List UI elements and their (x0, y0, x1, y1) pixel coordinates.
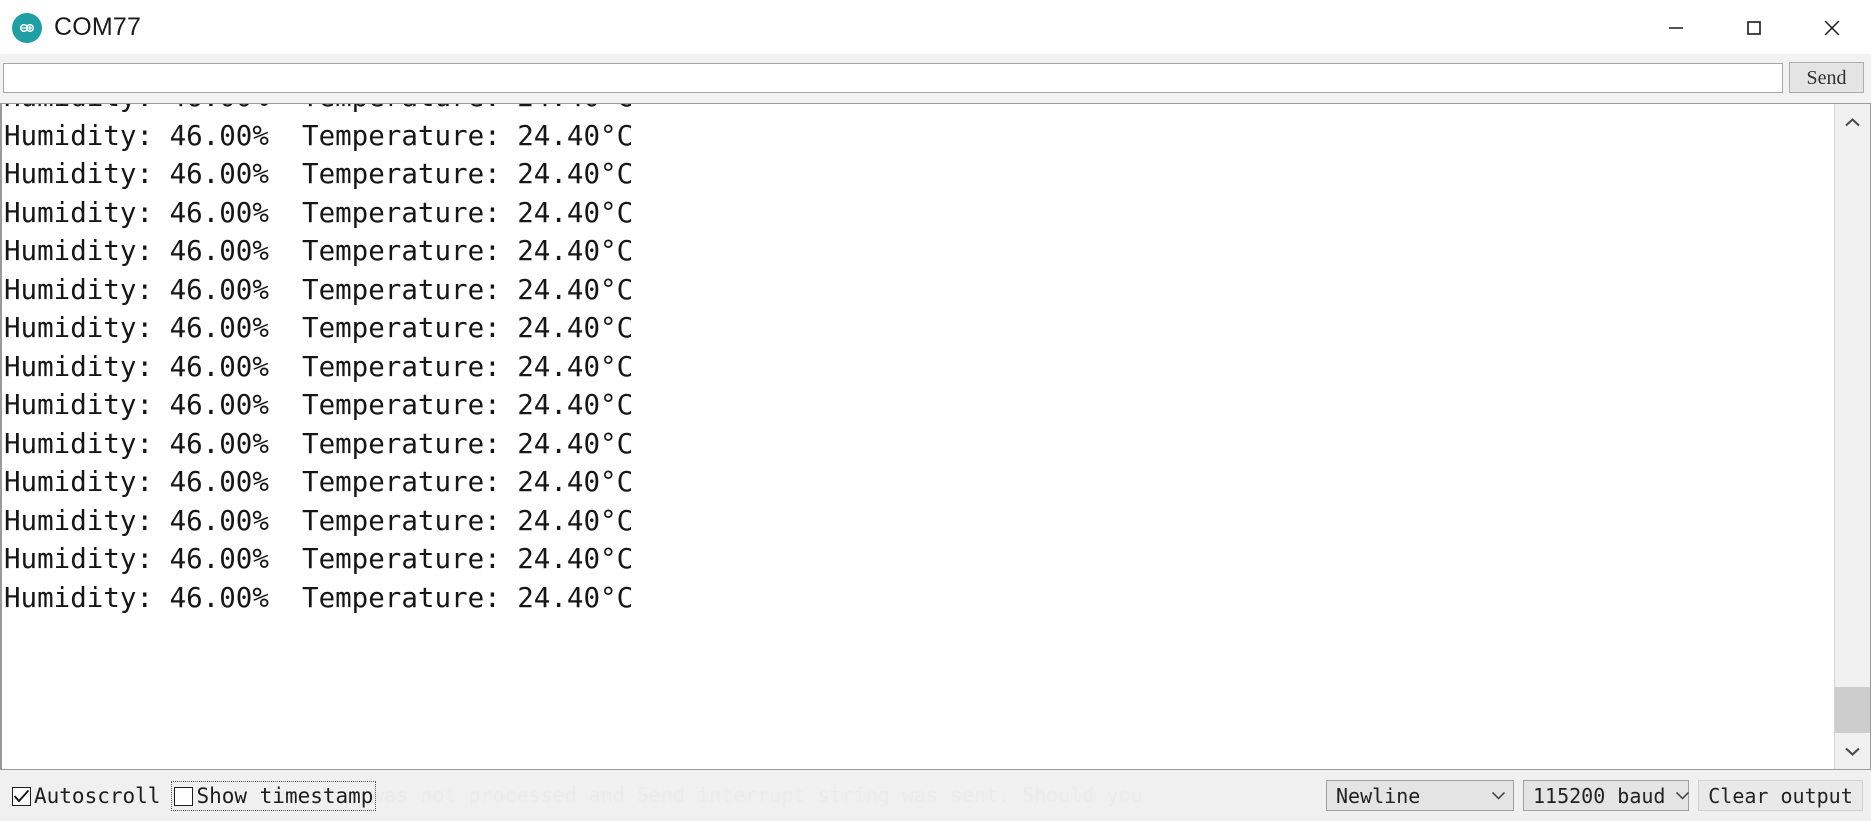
baud-rate-dropdown[interactable]: 115200 baud (1523, 780, 1690, 811)
window-controls (1637, 0, 1871, 55)
console-line: Humidity: 46.00% Temperature: 24.40°C (4, 158, 634, 190)
console-line: Humidity: 46.00% Temperature: 24.40°C (4, 119, 634, 152)
checkbox-box (174, 786, 194, 806)
console-line: Humidity: 46.00% Temperature: 24.40°C (4, 350, 634, 383)
console-line: Humidity: 46.00% Temperature: 24.40°C (4, 312, 634, 344)
checkmark-icon (13, 789, 30, 802)
chevron-down-icon (1491, 791, 1506, 800)
console-line: Humidity: 46.00% Temperature: 24.40°C (4, 196, 634, 229)
scrollbar-track[interactable] (1835, 140, 1870, 733)
chevron-down-icon (1845, 747, 1860, 756)
console-line: Humidity: 46.00% Temperature: 24.40°C (4, 543, 634, 575)
console-line: Humidity: 46.00% Temperature: 24.40°C (4, 427, 634, 460)
window-title: COM77 (54, 13, 142, 41)
minimize-button[interactable] (1637, 0, 1715, 55)
status-bar-right: Newline 115200 baud Clear output (1326, 780, 1863, 811)
show-timestamp-checkbox[interactable]: Show timestamp (171, 781, 377, 811)
send-row: Send (0, 55, 1871, 103)
chevron-down-icon (1675, 791, 1690, 800)
minimize-icon (1669, 26, 1683, 29)
console-line: Humidity: 46.00% Temperature: 24.40°C (4, 273, 634, 306)
close-icon (1824, 19, 1840, 36)
console-text: Humidity: 46.00% Temperature: 24.40°C Hum… (2, 104, 1832, 617)
status-bar: was not processed and Send interrupt str… (0, 770, 1871, 821)
line-ending-dropdown[interactable]: Newline (1326, 780, 1514, 811)
status-checkbox-group: Autoscroll Show timestamp (10, 781, 377, 811)
status-ghost-text: was not processed and Send interrupt str… (372, 783, 1143, 807)
arduino-infinity-icon (12, 12, 42, 43)
serial-output-area[interactable]: Humidity: 46.00% Temperature: 24.40°C Hum… (0, 103, 1871, 770)
console-line: Humidity: 46.00% Temperature: 24.40°C (4, 581, 634, 614)
scroll-up-button[interactable] (1835, 104, 1870, 140)
show-timestamp-label: Show timestamp (196, 784, 374, 808)
checkbox-box (12, 786, 31, 806)
send-button[interactable]: Send (1789, 62, 1864, 93)
scroll-down-button[interactable] (1835, 733, 1870, 769)
baud-rate-value: 115200 baud (1533, 783, 1666, 808)
console-line: Humidity: 46.00% Temperature: 24.40°C (4, 389, 634, 421)
maximize-button[interactable] (1715, 0, 1793, 55)
vertical-scrollbar[interactable] (1834, 104, 1870, 769)
title-bar-left: COM77 (12, 0, 141, 55)
console-line: Humidity: 46.00% Temperature: 24.40°C (4, 235, 634, 267)
autoscroll-checkbox[interactable]: Autoscroll (10, 782, 162, 810)
console-line: Humidity: 46.00% Temperature: 24.40°C (4, 466, 634, 498)
close-button[interactable] (1793, 0, 1871, 55)
line-ending-value: Newline (1336, 783, 1421, 808)
autoscroll-label: Autoscroll (34, 784, 161, 808)
serial-monitor-window: COM77 Send Humidity: 46.00% Temperature:… (0, 0, 1871, 821)
maximize-icon (1747, 20, 1761, 35)
console-line: Humidity: 46.00% Temperature: 24.40°C (2, 104, 1832, 117)
send-input[interactable] (3, 63, 1783, 93)
clear-output-button[interactable]: Clear output (1698, 780, 1863, 811)
title-bar: COM77 (0, 0, 1871, 55)
chevron-up-icon (1845, 117, 1860, 126)
console-line: Humidity: 46.00% Temperature: 24.40°C (4, 504, 634, 537)
